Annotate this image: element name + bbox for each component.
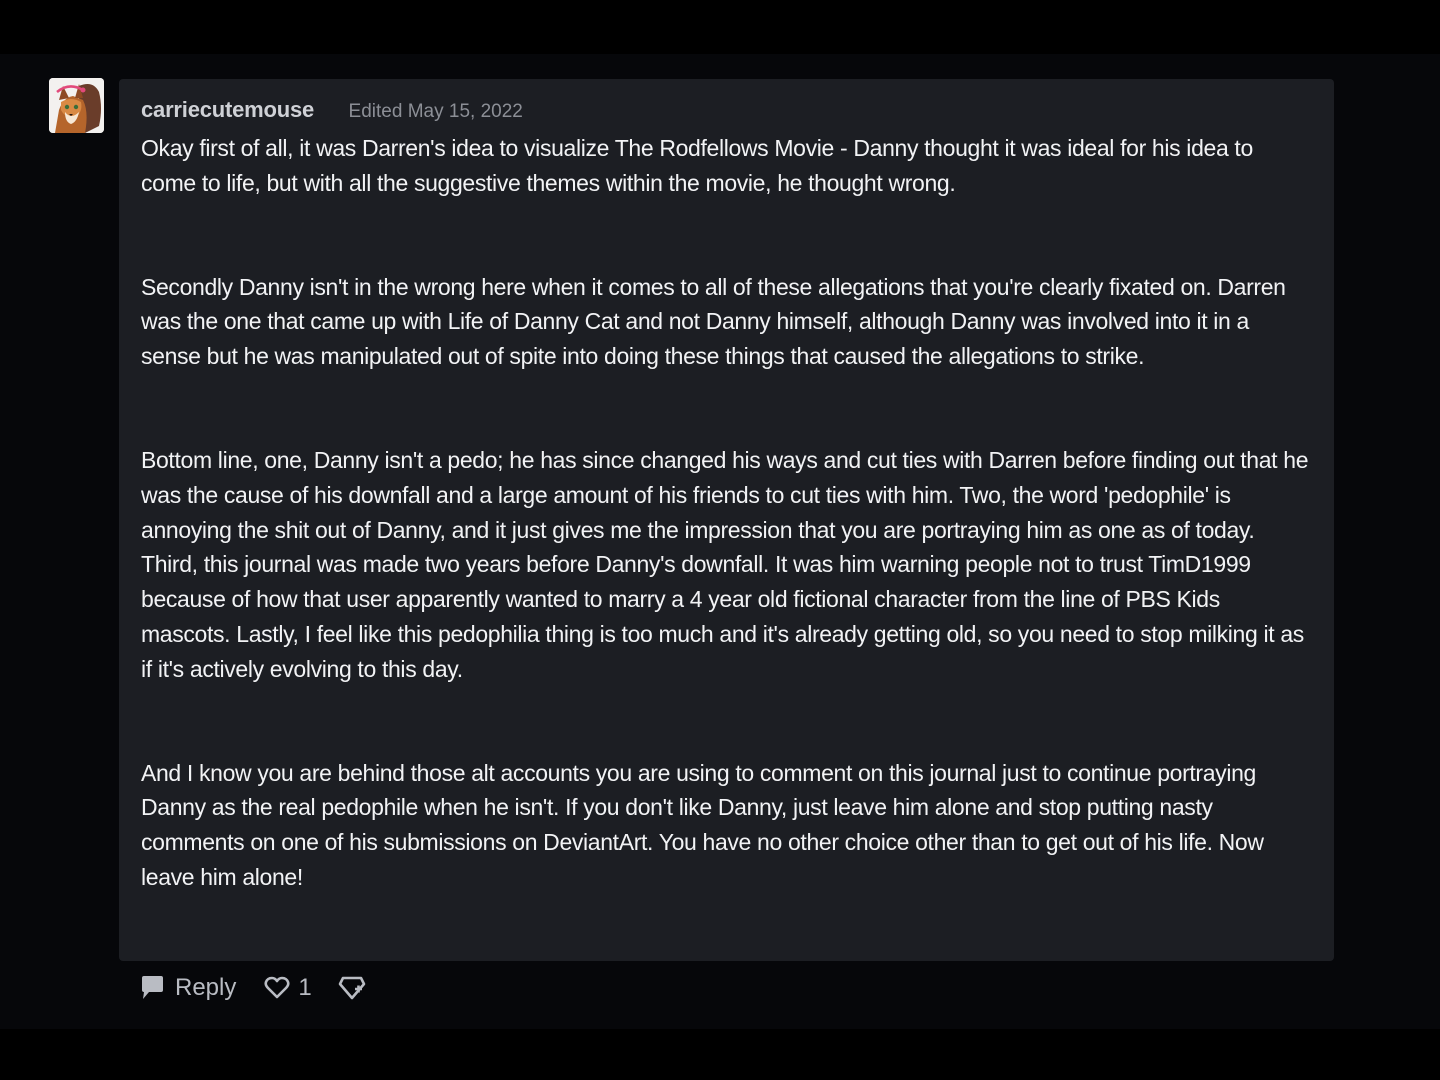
comment-bubble: carriecutemouse Edited May 15, 2022 Okay… (119, 79, 1334, 961)
comment-actions: Reply 1 (140, 968, 366, 1008)
fox-avatar-icon (49, 78, 104, 133)
comment-meta: carriecutemouse Edited May 15, 2022 (141, 95, 1312, 125)
like-count: 1 (298, 974, 312, 1001)
heart-icon (264, 976, 290, 999)
user-avatar[interactable] (49, 78, 104, 133)
comment-paragraph-4: And I know you are behind those alt acco… (141, 759, 1264, 890)
comment-edited-date: Edited May 15, 2022 (348, 101, 523, 122)
like-button[interactable]: 1 (264, 974, 312, 1002)
reply-button[interactable]: Reply (140, 974, 236, 1002)
award-button[interactable] (338, 975, 366, 1001)
award-badge-icon (338, 976, 366, 1000)
reply-label: Reply (175, 974, 237, 1001)
comment-username[interactable]: carriecutemouse (141, 97, 314, 122)
page: carriecutemouse Edited May 15, 2022 Okay… (0, 0, 1440, 1080)
comment-paragraph-3: Bottom line, one, Danny isn't a pedo; he… (141, 446, 1309, 682)
comment-paragraph-2: Secondly Danny isn't in the wrong here w… (141, 273, 1286, 370)
speech-bubble-icon (142, 976, 163, 999)
comment-paragraph-1: Okay first of all, it was Darren's idea … (141, 135, 1253, 196)
comment-body: Okay first of all, it was Darren's idea … (141, 131, 1312, 895)
